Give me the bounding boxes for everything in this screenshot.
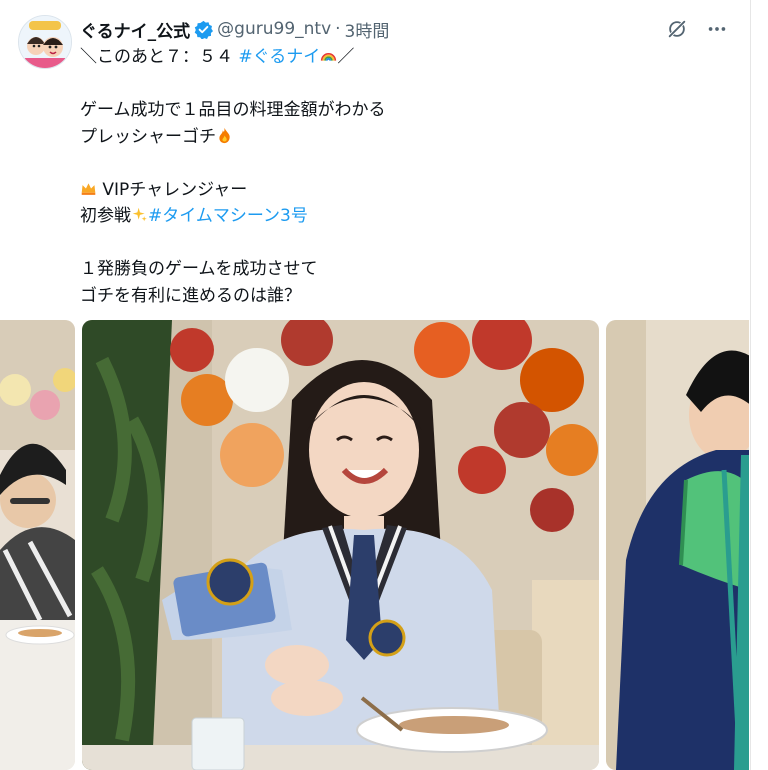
tweet[interactable]: ぐるナイ_公式 @guru99_ntv · 3時間 ＼このあと７：５４ #ぐるナ…	[0, 0, 751, 770]
text-line: １発勝負のゲームを成功させて	[80, 259, 318, 279]
media-image-main[interactable]	[82, 320, 599, 770]
media-image-next[interactable]	[606, 320, 749, 770]
hashtag-link[interactable]: #タイムマシーン3号	[148, 206, 308, 226]
tweet-text: ＼このあと７：５４ #ぐるナイ ／ ゲーム成功で１品目の料理金額がわかる プレッ…	[80, 44, 720, 309]
more-icon[interactable]	[706, 18, 728, 40]
timestamp[interactable]: 3時間	[345, 17, 390, 42]
text-line: ゴチを有利に進めるのは誰？	[80, 285, 301, 306]
text-line: VIPチャレンジャー	[80, 177, 720, 204]
photo	[0, 320, 75, 770]
text-line: 初参戦 #タイムマシーン3号	[80, 206, 308, 226]
photo	[606, 320, 749, 770]
avatar[interactable]	[18, 15, 72, 69]
rainbow-emoji	[321, 52, 337, 61]
handle[interactable]: @guru99_ntv	[217, 19, 331, 39]
separator-dot: ·	[335, 19, 341, 39]
hashtag-link[interactable]: #ぐるナイ	[238, 47, 320, 67]
fire-emoji	[219, 127, 230, 143]
tweet-header: ぐるナイ_公式 @guru99_ntv · 3時間	[80, 15, 389, 43]
avatar-image	[19, 16, 71, 68]
sparkles-emoji	[132, 207, 147, 222]
text-line: ゲーム成功で１品目の料理金額がわかる	[80, 100, 386, 120]
media-image-prev[interactable]	[0, 320, 75, 770]
tweet-actions	[666, 18, 728, 40]
crown-emoji	[81, 182, 96, 195]
grok-icon[interactable]	[666, 18, 688, 40]
text-line: プレッシャーゴチ	[80, 124, 720, 151]
verified-badge-icon	[194, 20, 214, 39]
photo	[82, 320, 599, 770]
text-line: ＼このあと７：５４ #ぐるナイ ／	[80, 47, 355, 67]
display-name[interactable]: ぐるナイ_公式	[80, 17, 190, 42]
